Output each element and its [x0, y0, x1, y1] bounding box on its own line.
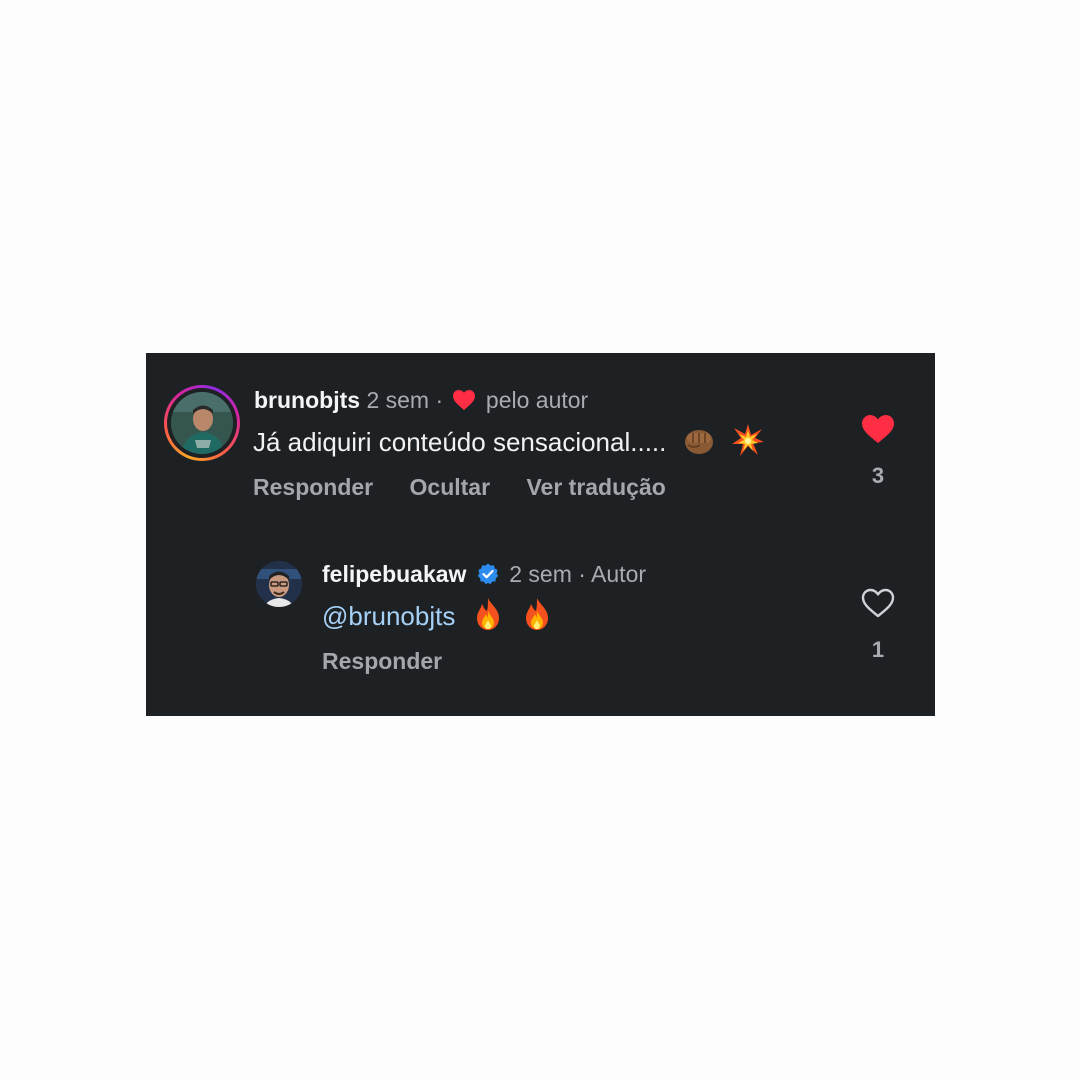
comment-text: Já adiquiri conteúdo sensacional..... — [253, 423, 765, 459]
comment-item: brunobjts 2 sem · pelo autor Já adiquiri… — [146, 353, 935, 533]
username[interactable]: brunobjts — [254, 387, 360, 413]
comment-header: felipebuakaw 2 sem · Autor — [322, 559, 646, 589]
avatar-story-ring[interactable] — [164, 385, 240, 461]
collision-emoji-icon — [731, 424, 764, 456]
comment-actions: Responder — [322, 646, 472, 676]
heart-icon — [452, 390, 475, 410]
comment-body: Já adiquiri conteúdo sensacional..... — [253, 427, 667, 457]
like-count: 1 — [871, 637, 885, 662]
avatar-photo-icon — [171, 392, 233, 454]
avatar-photo-icon — [256, 561, 302, 607]
username[interactable]: felipebuakaw — [322, 561, 466, 587]
comment-header: brunobjts 2 sem · pelo autor — [254, 385, 588, 415]
meta-separator: · — [435, 387, 444, 413]
mention-link[interactable]: @brunobjts — [322, 601, 455, 631]
meta-separator: · — [578, 561, 586, 587]
like-outline-icon[interactable] — [860, 587, 896, 619]
fire-emoji-icon — [525, 598, 548, 630]
reply-item: felipebuakaw 2 sem · Autor @brunobjts Re… — [146, 533, 935, 716]
author-label: Autor — [591, 561, 647, 587]
comment-actions: Responder Ocultar Ver tradução — [253, 472, 696, 502]
fire-emoji-icon — [476, 598, 499, 630]
comment-time: 2 sem — [509, 561, 572, 587]
oncoming-fist-emoji-icon — [684, 430, 713, 454]
like-filled-icon[interactable] — [860, 413, 896, 445]
comments-panel: brunobjts 2 sem · pelo autor Já adiquiri… — [146, 353, 935, 716]
comment-text: @brunobjts — [322, 597, 554, 633]
hide-button[interactable]: Ocultar — [410, 474, 491, 500]
comment-time: 2 sem — [366, 387, 430, 413]
reply-button[interactable]: Responder — [253, 474, 373, 500]
avatar[interactable] — [256, 561, 302, 607]
liked-by-author-label: pelo autor — [485, 387, 589, 413]
verified-badge-icon — [477, 563, 499, 585]
avatar — [171, 392, 233, 454]
see-translation-button[interactable]: Ver tradução — [526, 474, 665, 500]
reply-button[interactable]: Responder — [322, 648, 442, 674]
like-count: 3 — [871, 463, 885, 488]
